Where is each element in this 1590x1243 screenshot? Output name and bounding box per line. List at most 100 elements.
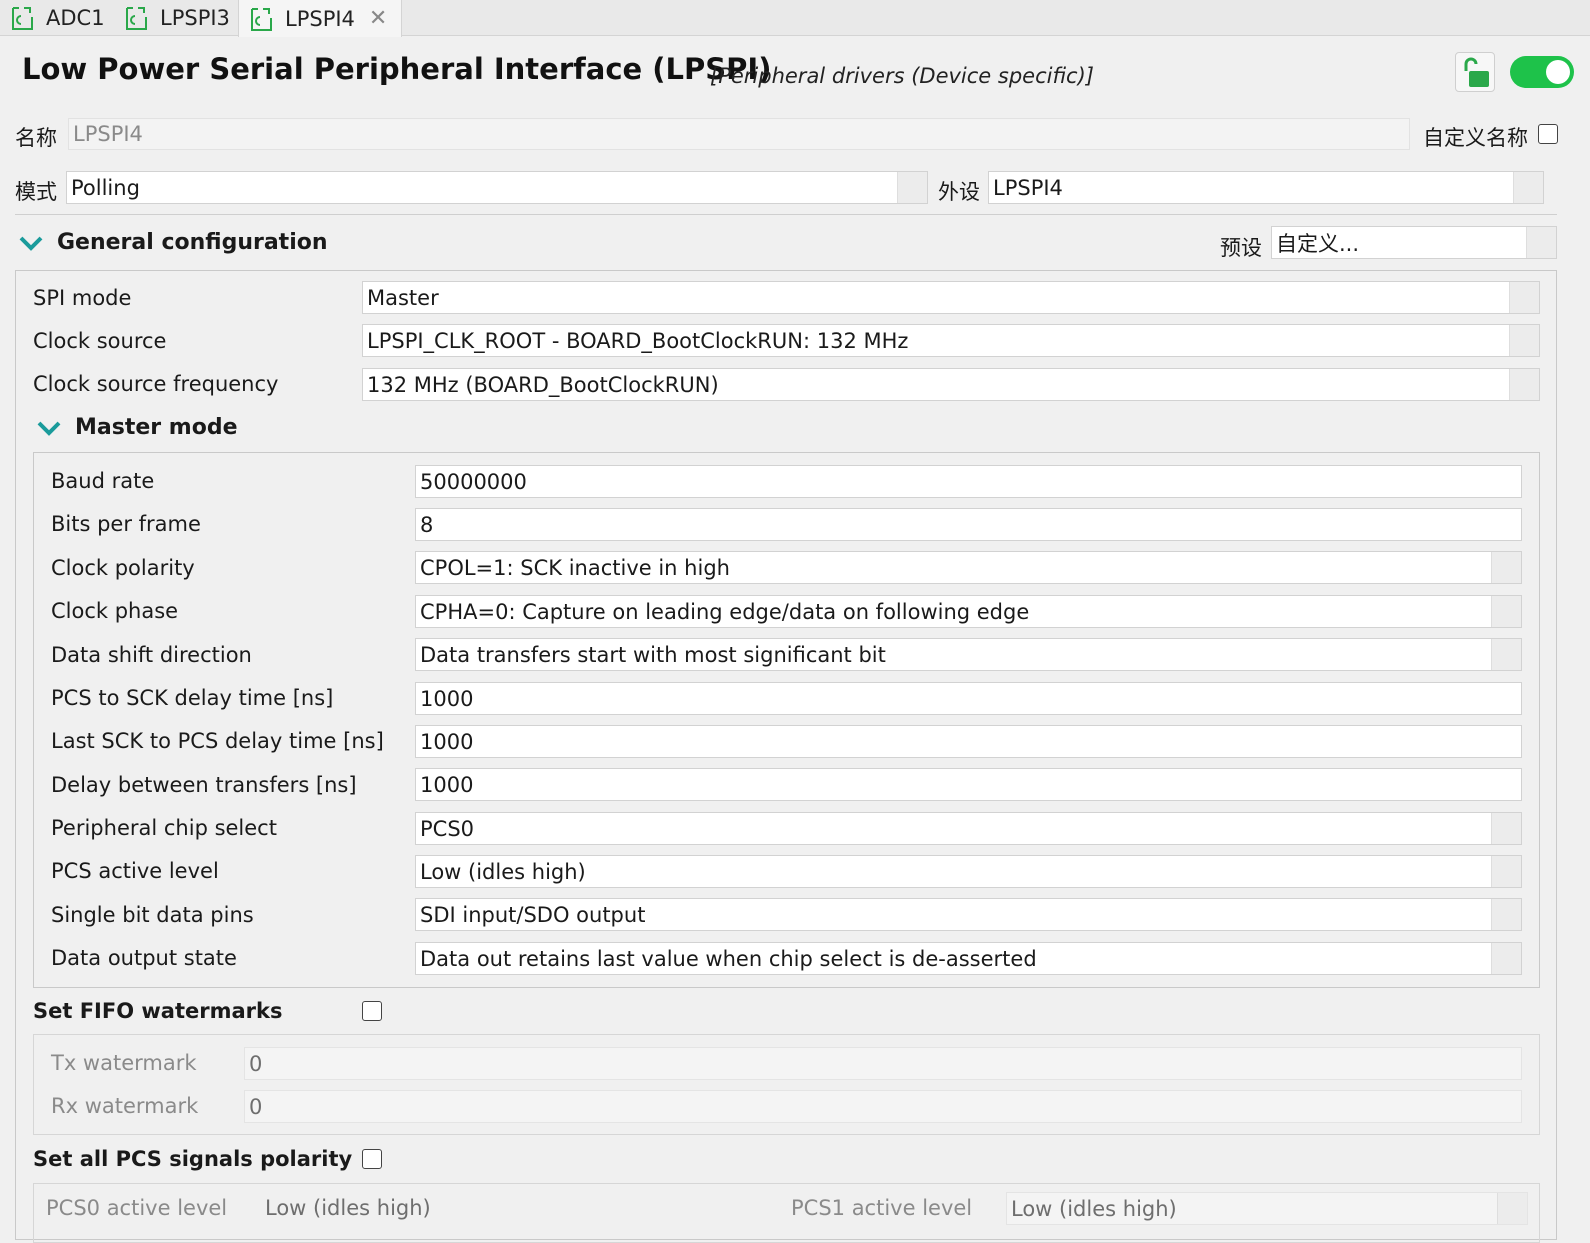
field-label: Peripheral chip select xyxy=(51,816,277,840)
peripheral-select[interactable]: LPSPI4 xyxy=(988,171,1544,204)
field-label: Single bit data pins xyxy=(51,903,254,927)
toggle-knob xyxy=(1546,60,1570,84)
last-sck-to-pcs-delay-input[interactable]: 1000 xyxy=(415,725,1522,758)
dropdown-button[interactable] xyxy=(1491,596,1521,627)
field-value: Data out retains last value when chip se… xyxy=(420,946,1037,971)
close-tab-icon[interactable]: ✕ xyxy=(369,6,387,31)
page-subtitle: [Peripheral drivers (Device specific)] xyxy=(710,64,1094,88)
preset-value: 自定义... xyxy=(1276,231,1360,256)
dropdown-button[interactable] xyxy=(1509,282,1539,313)
pcs0-active-level-value[interactable]: Low (idles high) xyxy=(265,1196,431,1220)
field-label: PCS1 active level xyxy=(791,1196,973,1220)
mode-select[interactable]: Polling xyxy=(66,171,928,204)
preset-select[interactable]: 自定义... xyxy=(1271,226,1557,259)
tab-adc1[interactable]: ADC1 xyxy=(10,0,120,36)
baud-rate-input[interactable]: 50000000 xyxy=(415,465,1522,498)
dropdown-button[interactable] xyxy=(1491,856,1521,887)
fifo-watermarks-title: Set FIFO watermarks xyxy=(33,999,283,1023)
dropdown-button[interactable] xyxy=(1509,369,1539,400)
enable-toggle[interactable] xyxy=(1510,56,1574,88)
pcs-active-level-select[interactable]: Low (idles high) xyxy=(415,855,1522,888)
field-label: PCS active level xyxy=(51,859,219,883)
bits-per-frame-input[interactable]: 8 xyxy=(415,508,1522,541)
general-config-title[interactable]: General configuration xyxy=(57,230,328,255)
custom-name-label: 自定义名称 xyxy=(1423,126,1528,150)
divider xyxy=(15,214,1557,215)
field-label: Bits per frame xyxy=(51,512,201,536)
chevron-down-icon[interactable] xyxy=(36,419,62,437)
dropdown-button[interactable] xyxy=(1526,227,1556,258)
page-title: Low Power Serial Peripheral Interface (L… xyxy=(22,52,772,86)
field-value: PCS0 xyxy=(420,816,475,841)
tab-label: ADC1 xyxy=(46,6,105,30)
field-label: Data output state xyxy=(51,946,237,970)
field-value: Data transfers start with most significa… xyxy=(420,642,886,667)
master-mode-title[interactable]: Master mode xyxy=(75,415,238,440)
preset-label: 预设 xyxy=(1220,236,1262,260)
tx-watermark-input[interactable]: 0 xyxy=(244,1047,1522,1080)
field-label: Rx watermark xyxy=(51,1094,199,1118)
field-label: Clock phase xyxy=(51,599,179,623)
name-label: 名称 xyxy=(15,126,57,150)
dropdown-button[interactable] xyxy=(1513,172,1543,203)
field-value: LPSPI_CLK_ROOT - BOARD_BootClockRUN: 132… xyxy=(367,328,909,353)
rx-watermark-input[interactable]: 0 xyxy=(244,1090,1522,1123)
custom-name-checkbox[interactable] xyxy=(1538,124,1558,144)
field-label: PCS to SCK delay time [ns] xyxy=(51,686,334,710)
field-label: Delay between transfers [ns] xyxy=(51,773,357,797)
tab-lpspi4[interactable]: LPSPI4 ✕ xyxy=(238,0,402,37)
dropdown-button[interactable] xyxy=(1491,943,1521,974)
dropdown-button[interactable] xyxy=(1491,639,1521,670)
clock-polarity-select[interactable]: CPOL=1: SCK inactive in high xyxy=(415,551,1522,584)
single-bit-data-pins-select[interactable]: SDI input/SDO output xyxy=(415,898,1522,931)
field-label: Clock source frequency xyxy=(33,372,279,396)
component-icon xyxy=(251,7,272,31)
peripheral-label: 外设 xyxy=(938,180,980,204)
field-label: Last SCK to PCS delay time [ns] xyxy=(51,729,384,753)
dropdown-button[interactable] xyxy=(1509,325,1539,356)
editor-tab-bar: ADC1 LPSPI3 LPSPI4 ✕ xyxy=(0,0,1590,37)
fifo-watermarks-checkbox[interactable] xyxy=(362,1001,382,1021)
data-shift-direction-select[interactable]: Data transfers start with most significa… xyxy=(415,638,1522,671)
pcs-to-sck-delay-input[interactable]: 1000 xyxy=(415,682,1522,715)
field-value: 132 MHz (BOARD_BootClockRUN) xyxy=(367,372,719,397)
mode-label: 模式 xyxy=(15,180,57,204)
dropdown-button[interactable] xyxy=(1491,899,1521,930)
clock-frequency-select[interactable]: 132 MHz (BOARD_BootClockRUN) xyxy=(362,368,1540,401)
clock-phase-select[interactable]: CPHA=0: Capture on leading edge/data on … xyxy=(415,595,1522,628)
lock-button[interactable] xyxy=(1455,52,1495,92)
field-label: SPI mode xyxy=(33,286,132,310)
unlock-icon xyxy=(1464,57,1489,87)
name-field[interactable]: LPSPI4 xyxy=(68,118,1410,150)
dropdown-button[interactable] xyxy=(1497,1193,1527,1224)
field-label: Baud rate xyxy=(51,469,155,493)
delay-between-transfers-input[interactable]: 1000 xyxy=(415,768,1522,801)
field-value: Low (idles high) xyxy=(1011,1196,1177,1221)
peripheral-chip-select[interactable]: PCS0 xyxy=(415,812,1522,845)
spi-mode-select[interactable]: Master xyxy=(362,281,1540,314)
field-label: Data shift direction xyxy=(51,643,252,667)
field-label: Clock source xyxy=(33,329,167,353)
field-label: PCS0 active level xyxy=(46,1196,228,1220)
dropdown-button[interactable] xyxy=(1491,813,1521,844)
data-output-state-select[interactable]: Data out retains last value when chip se… xyxy=(415,942,1522,975)
field-value: CPOL=1: SCK inactive in high xyxy=(420,555,730,580)
pcs-polarity-checkbox[interactable] xyxy=(362,1149,382,1169)
peripheral-value: LPSPI4 xyxy=(993,175,1063,200)
field-value: SDI input/SDO output xyxy=(420,902,646,927)
tab-label: LPSPI4 xyxy=(285,6,355,31)
component-icon xyxy=(126,7,147,30)
pcs1-active-level-select[interactable]: Low (idles high) xyxy=(1006,1192,1528,1225)
field-label: Tx watermark xyxy=(51,1051,197,1075)
field-value: CPHA=0: Capture on leading edge/data on … xyxy=(420,599,1030,624)
clock-source-select[interactable]: LPSPI_CLK_ROOT - BOARD_BootClockRUN: 132… xyxy=(362,324,1540,357)
chevron-down-icon[interactable] xyxy=(18,234,44,252)
mode-value: Polling xyxy=(71,175,140,200)
pcs-polarity-title: Set all PCS signals polarity xyxy=(33,1147,353,1171)
field-value: Master xyxy=(367,285,439,310)
field-label: Clock polarity xyxy=(51,556,195,580)
dropdown-button[interactable] xyxy=(1491,552,1521,583)
component-icon xyxy=(12,7,33,30)
tab-lpspi3[interactable]: LPSPI3 xyxy=(124,0,236,36)
dropdown-button[interactable] xyxy=(897,172,927,203)
